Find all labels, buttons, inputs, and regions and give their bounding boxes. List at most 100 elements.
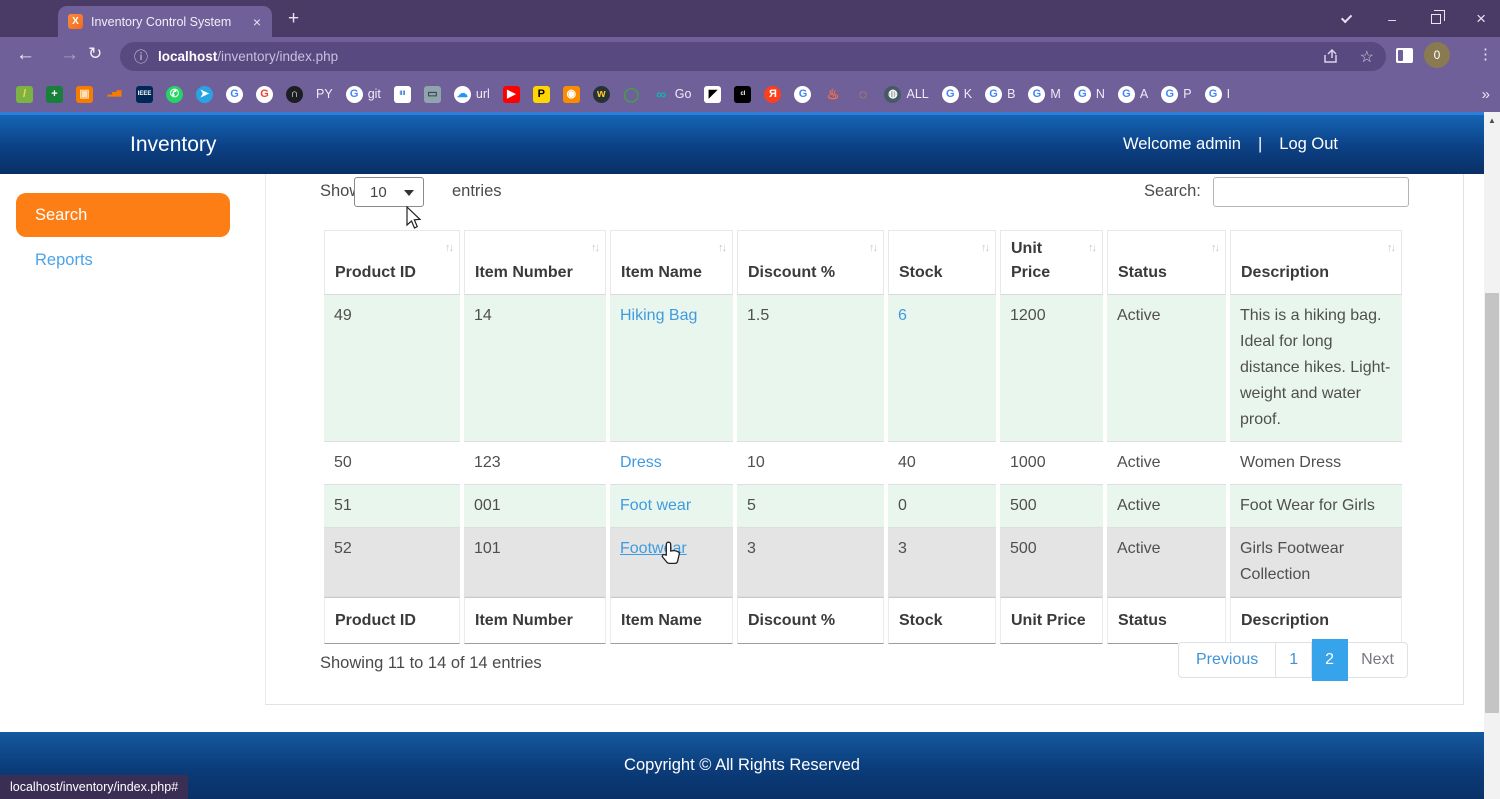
bookmark-sheets[interactable]: +	[46, 86, 63, 103]
logout-link[interactable]: Log Out	[1279, 135, 1338, 154]
header-cell-product-id[interactable]: ↑↓Product ID	[324, 230, 460, 295]
bookmark-google-i[interactable]: GI	[1205, 86, 1230, 103]
bookmark-google-n[interactable]: GN	[1074, 86, 1105, 103]
close-window-button[interactable]: ×	[1476, 10, 1486, 27]
bookmark-google-p[interactable]: GP	[1161, 86, 1191, 103]
cl-icon: cl	[734, 86, 751, 103]
sort-icon: ↑↓	[1211, 236, 1218, 260]
bookmark-google-a[interactable]: GA	[1118, 86, 1148, 103]
bookmark-camera[interactable]: ◉	[563, 86, 580, 103]
bookmark-google-k[interactable]: GK	[942, 86, 972, 103]
bookmark-py[interactable]: PY	[316, 87, 333, 101]
cell-link[interactable]: Hiking Bag	[620, 307, 697, 324]
bookmark-star-icon[interactable]: ☆	[1360, 47, 1374, 67]
cell-text: This is a hiking bag. Ideal for long dis…	[1240, 307, 1390, 428]
status-url-text: localhost/inventory/index.php#	[10, 780, 178, 794]
search-input[interactable]	[1213, 177, 1409, 207]
header-cell-description[interactable]: ↑↓Description	[1230, 230, 1402, 295]
bookmark-bird-doc[interactable]: ◤	[704, 86, 721, 103]
bookmark-cl[interactable]: cl	[734, 86, 751, 103]
header-cell-status[interactable]: ↑↓Status	[1107, 230, 1226, 295]
bookmark-briefcase[interactable]: ▭	[424, 86, 441, 103]
bookmark-analytics[interactable]: ▂▅▇	[106, 86, 123, 103]
new-tab-button[interactable]: +	[288, 8, 299, 30]
bookmark-torch[interactable]: ♨	[824, 86, 841, 103]
header-label: Item Number	[475, 264, 573, 281]
bookmark-ads[interactable]: /	[16, 86, 33, 103]
cell-text: Active	[1117, 497, 1161, 514]
header-cell-discount[interactable]: ↑↓Discount %	[737, 230, 884, 295]
cell-link[interactable]: Foot wear	[620, 497, 691, 514]
sort-icon: ↑↓	[445, 236, 452, 260]
scrollbar-up-icon[interactable]: ▲	[1484, 116, 1500, 125]
side-panel-icon[interactable]	[1396, 48, 1413, 63]
cell-link[interactable]: 6	[898, 307, 907, 324]
bookmark-google-m[interactable]: GM	[1028, 86, 1060, 103]
bookmark-google-b[interactable]: GB	[985, 86, 1015, 103]
bookmarks-overflow-icon[interactable]: »	[1482, 86, 1490, 103]
header-cell-unit-price[interactable]: ↑↓Unit Price	[1000, 230, 1103, 295]
bookmark-barcode[interactable]: ‖‖	[394, 86, 411, 103]
site-info-icon[interactable]: ⓘ	[134, 47, 148, 67]
reload-button[interactable]: ↻	[88, 44, 102, 64]
header-separator: |	[1258, 135, 1262, 154]
tab-close-icon[interactable]: ×	[250, 14, 264, 30]
bookmark-green-ring[interactable]: ◯	[623, 86, 640, 103]
header-cell-item-number[interactable]: ↑↓Item Number	[464, 230, 606, 295]
bookmark-telegram[interactable]: ➤	[196, 86, 213, 103]
cell-link[interactable]: Footwear	[620, 540, 687, 557]
bookmark-capture[interactable]: ▣	[76, 86, 93, 103]
restore-window-button[interactable]	[1431, 14, 1441, 24]
share-icon[interactable]	[1323, 49, 1339, 64]
page-size-select[interactable]: 10	[354, 177, 424, 207]
bookmark-cart-dark[interactable]: w	[593, 86, 610, 103]
bookmark-yandex[interactable]: Я	[764, 86, 781, 103]
address-bar[interactable]: ⓘ localhost/inventory/index.php ☆	[120, 42, 1386, 71]
back-button[interactable]: ←	[16, 44, 35, 66]
app-brand: Inventory	[130, 115, 216, 174]
bookmark-godaddy[interactable]: ∞Go	[653, 86, 692, 103]
cell-text: 1.5	[747, 307, 769, 324]
google-1-icon: G	[226, 86, 243, 103]
tab-search-chevron-icon[interactable]	[1341, 11, 1352, 22]
bookmark-google-3[interactable]: G	[794, 86, 811, 103]
page-2[interactable]: 2	[1312, 639, 1348, 681]
browser-menu-icon[interactable]: ⋮	[1478, 45, 1493, 63]
page-next[interactable]: Next	[1348, 642, 1408, 678]
cell-product-id: 51	[324, 485, 460, 528]
page-previous[interactable]: Previous	[1178, 642, 1276, 678]
bookmark-google-2[interactable]: G	[256, 86, 273, 103]
bookmark-p-yellow[interactable]: P	[533, 86, 550, 103]
browser-tab[interactable]: X Inventory Control System ×	[58, 6, 272, 37]
header-cell-stock[interactable]: ↑↓Stock	[888, 230, 996, 295]
bookmark-ieee[interactable]: IEEE	[136, 86, 153, 103]
xampp-favicon-icon: X	[68, 14, 83, 29]
minimize-button[interactable]: –	[1388, 12, 1396, 26]
cell-discount: 3	[737, 528, 884, 597]
cell-text: 1000	[1010, 454, 1046, 471]
youtube-icon: ▶	[503, 86, 520, 103]
sidebar-item-search[interactable]: Search	[16, 193, 230, 237]
bookmark-youtube[interactable]: ▶	[503, 86, 520, 103]
scrollbar-thumb[interactable]	[1485, 293, 1499, 713]
page-1[interactable]: 1	[1276, 642, 1312, 678]
inventory-table: ↑↓Product ID↑↓Item Number↑↓Item Name↑↓Di…	[320, 230, 1406, 644]
bookmark-whatsapp[interactable]: ✆	[166, 86, 183, 103]
cell-link[interactable]: Dress	[620, 454, 662, 471]
forward-button[interactable]: →	[60, 44, 79, 66]
profile-avatar[interactable]: 0	[1424, 42, 1450, 68]
bookmark-dots[interactable]: ◌	[854, 86, 871, 103]
bookmark-google-git[interactable]: Ggit	[346, 86, 381, 103]
bookmark-label: K	[964, 87, 972, 101]
bookmark-globe-all[interactable]: ◍ALL	[884, 86, 928, 103]
cell-text: 51	[334, 497, 352, 514]
bookmark-cloud-url[interactable]: ☁url	[454, 86, 490, 103]
header-cell-item-name[interactable]: ↑↓Item Name	[610, 230, 733, 295]
page-scrollbar[interactable]: ▲	[1484, 112, 1500, 799]
sidebar-item-reports[interactable]: Reports	[35, 251, 93, 270]
footer-cell-discount: Discount %	[737, 597, 884, 644]
cell-status: Active	[1107, 442, 1226, 485]
bookmark-google-1[interactable]: G	[226, 86, 243, 103]
select-caret-icon	[404, 190, 414, 196]
bookmark-github[interactable]: ∩	[286, 86, 303, 103]
